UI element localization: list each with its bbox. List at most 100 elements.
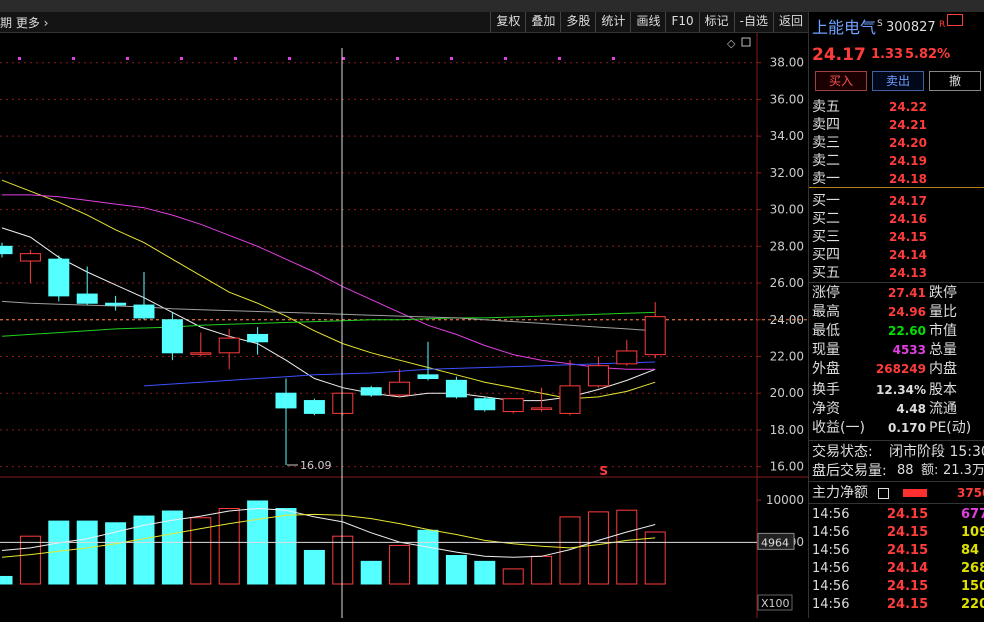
toolbar-button[interactable]: 统计	[595, 12, 630, 32]
candle-body	[360, 387, 382, 396]
bid-level[interactable]: 买四 24.14	[809, 246, 984, 264]
candle-body	[502, 398, 524, 413]
candle-body	[644, 316, 666, 356]
event-marker	[450, 57, 453, 60]
candle-body	[48, 258, 70, 297]
ma-line	[2, 194, 656, 370]
chart-toggle-icon[interactable]	[878, 488, 889, 499]
quote-value: 4.48	[896, 402, 926, 416]
s-signal-marker: S	[599, 464, 608, 478]
quote-row: 现量 4533 总量	[809, 341, 984, 359]
volume-bar	[218, 508, 240, 585]
bid-level[interactable]: 买二 24.16	[809, 210, 984, 228]
candle-body	[445, 379, 467, 398]
ask-level[interactable]: 卖四 24.21	[809, 116, 984, 134]
price-tick-label: 36.00	[770, 92, 804, 106]
trade-status: 交易状态: 闭市阶段 15:30	[809, 443, 984, 461]
window-title-strip	[0, 0, 984, 12]
stock-badge-s: S	[877, 19, 883, 29]
candle-body	[559, 385, 581, 414]
price-tick-label: 24.00	[770, 313, 804, 327]
main-flow-label: 主力净额	[812, 485, 868, 501]
cancel-order-button[interactable]: 撤	[929, 71, 981, 91]
toolbar-button[interactable]: 画线	[630, 12, 665, 32]
bid-level[interactable]: 买一 24.17	[809, 192, 984, 210]
quote-row: 最高 24.96 量比	[809, 303, 984, 321]
tick-volume: 150	[961, 579, 984, 594]
level-price: 24.21	[889, 118, 927, 132]
after-hours-label: 盘后交易量:	[812, 463, 887, 479]
price-change: 1.33	[871, 47, 904, 62]
event-marker	[612, 57, 615, 60]
level-label: 卖二	[812, 153, 840, 169]
ask-level[interactable]: 卖三 24.20	[809, 134, 984, 152]
candle-body	[474, 398, 496, 411]
volume-tick-label: 10000	[766, 493, 804, 507]
kline-chart[interactable]: 16.09 S 38.00 36.00 34.00 32.00 30.00 28.00 26.…	[0, 33, 808, 618]
buy-button[interactable]: 买入	[815, 71, 867, 91]
after-hours-amount-label: 额:	[921, 463, 939, 478]
candle-body	[417, 374, 439, 380]
volume-bar	[531, 555, 553, 585]
divider	[809, 440, 984, 441]
quote-label-right: 总量	[929, 342, 957, 358]
price-line: 24.17 1.33 5.82%	[809, 44, 984, 66]
low-marker-label: 16.09	[300, 459, 332, 472]
stock-code: 300827	[886, 20, 936, 35]
trade-status-value: 闭市阶段 15:30	[889, 444, 984, 460]
volume-bar	[559, 516, 581, 585]
candle-body	[161, 319, 183, 354]
tick-volume: 268	[961, 561, 984, 576]
toolbar-button[interactable]: 叠加	[525, 12, 560, 32]
event-marker	[288, 57, 291, 60]
tick-time: 14:56	[812, 597, 850, 612]
divider	[809, 503, 984, 504]
stock-badge-r: R	[939, 20, 946, 30]
volume-bar	[616, 509, 638, 585]
toolbar-button[interactable]: 标记	[698, 12, 734, 32]
period-more-menu[interactable]: 期 更多 ›	[0, 14, 48, 31]
candle-body	[587, 365, 609, 387]
volume-bar	[275, 508, 297, 585]
quote-value: 268249	[875, 362, 926, 376]
after-hours-volume: 88	[897, 463, 914, 478]
bid-level[interactable]: 买五 24.13	[809, 264, 984, 282]
sell-button[interactable]: 卖出	[872, 71, 924, 91]
quote-row: 涨停 27.41 跌停	[809, 284, 984, 302]
candle-body	[275, 392, 297, 409]
ask-level[interactable]: 卖五 24.22	[809, 98, 984, 116]
toolbar-button[interactable]: F10	[665, 12, 698, 32]
volume-bar	[76, 520, 98, 585]
event-marker	[180, 57, 183, 60]
volume-bar	[389, 544, 411, 585]
quote-value: 12.34%	[876, 383, 926, 397]
volume-bar	[445, 554, 467, 585]
price-change-pct: 5.82%	[905, 47, 951, 62]
ask-level[interactable]: 卖一 24.18	[809, 170, 984, 188]
after-hours: 盘后交易量: 88 额: 21.3万	[809, 462, 984, 480]
level-label: 买三	[812, 229, 840, 245]
tick-time: 14:56	[812, 579, 850, 594]
tick-volume: 84	[961, 543, 980, 558]
book-divider	[809, 187, 984, 188]
event-marker	[234, 57, 237, 60]
tick-volume: 677	[961, 507, 984, 522]
volume-bar	[417, 529, 439, 585]
tick-volume: 220	[961, 597, 984, 612]
toolbar-button[interactable]: -自选	[733, 12, 773, 32]
toolbar-button[interactable]: 复权	[490, 12, 525, 32]
toolbar-button[interactable]: 多股	[560, 12, 595, 32]
quote-row: 净资 4.48 流通	[809, 400, 984, 418]
toolbar-button[interactable]: 返回	[772, 12, 808, 32]
level-label: 买一	[812, 193, 840, 209]
ask-level[interactable]: 卖二 24.19	[809, 152, 984, 170]
candle-body	[133, 304, 155, 319]
candle-body	[616, 350, 638, 365]
price-tick-label: 18.00	[770, 423, 804, 437]
candle-body	[531, 407, 553, 410]
quote-label: 最高	[812, 304, 840, 320]
level-price: 24.16	[889, 212, 927, 226]
stock-header: 上能电气 S 300827 R	[809, 14, 984, 39]
level-label: 卖五	[812, 99, 840, 115]
bid-level[interactable]: 买三 24.15	[809, 228, 984, 246]
